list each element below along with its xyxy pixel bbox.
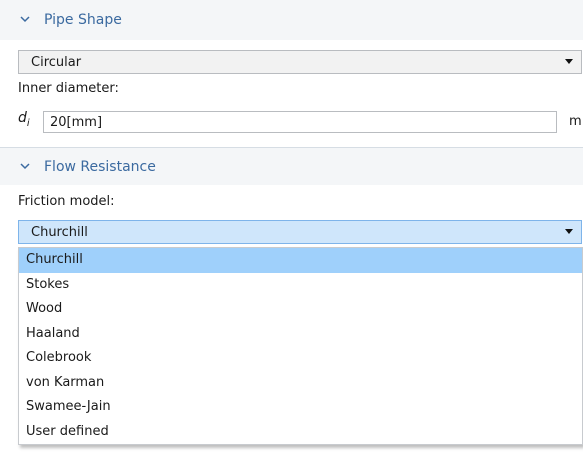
pipe-shape-select[interactable]: Circular [18, 50, 582, 74]
friction-model-select[interactable]: Churchill [18, 220, 582, 244]
friction-model-dropdown-list: Churchill Stokes Wood Haaland Colebrook … [18, 247, 583, 445]
dropdown-option-haaland[interactable]: Haaland [19, 322, 582, 347]
friction-model-label: Friction model: [18, 194, 115, 209]
dropdown-option-colebrook[interactable]: Colebrook [19, 346, 582, 371]
dropdown-option-user-defined[interactable]: User defined [19, 420, 582, 445]
caret-down-icon [565, 59, 573, 64]
dropdown-option-swamee-jain[interactable]: Swamee-Jain [19, 395, 582, 420]
caret-down-icon [565, 229, 573, 234]
inner-diameter-input[interactable] [43, 111, 557, 133]
diameter-symbol: di [18, 110, 30, 129]
diameter-symbol-letter: d [18, 110, 27, 126]
dropdown-option-stokes[interactable]: Stokes [19, 273, 582, 298]
friction-model-value: Churchill [31, 224, 88, 240]
diameter-unit: m [569, 114, 582, 129]
inner-diameter-label: Inner diameter: [18, 81, 119, 96]
section-header-pipe-shape[interactable]: Pipe Shape [0, 0, 583, 40]
section-title: Flow Resistance [44, 158, 156, 175]
chevron-down-icon [20, 14, 30, 24]
dropdown-option-churchill[interactable]: Churchill [19, 248, 582, 273]
chevron-down-icon [20, 161, 30, 171]
dropdown-option-von-karman[interactable]: von Karman [19, 371, 582, 396]
diameter-symbol-subscript: i [26, 117, 30, 129]
pipe-shape-value: Circular [31, 54, 82, 70]
dropdown-option-wood[interactable]: Wood [19, 297, 582, 322]
section-title: Pipe Shape [44, 12, 122, 28]
section-header-flow-resistance[interactable]: Flow Resistance [0, 147, 583, 185]
